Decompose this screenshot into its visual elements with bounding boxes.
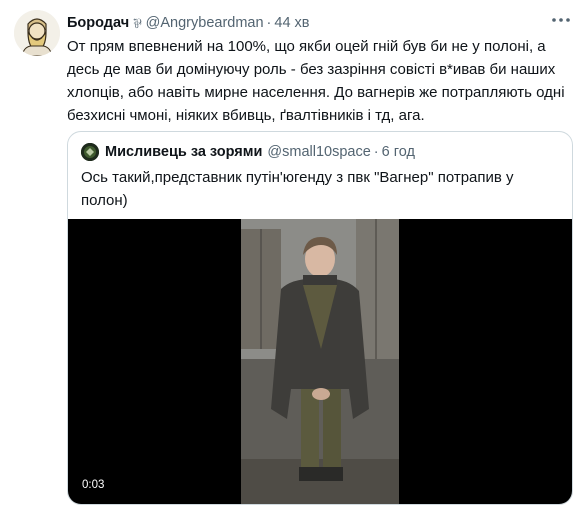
quoted-tweet[interactable]: Мисливець за зорями @small10space · 6 го… <box>67 131 573 505</box>
quote-author-avatar[interactable] <box>81 143 99 161</box>
quoted-tweet-text: Ось такий,представник путін'югенду з пвк… <box>81 169 514 209</box>
author-handle[interactable]: @Angrybeardman <box>146 15 264 31</box>
author-avatar[interactable] <box>14 10 60 56</box>
quote-author-name[interactable]: Мисливець за зорями <box>105 144 262 160</box>
video-timestamp: 0:03 <box>82 479 105 491</box>
video-frame <box>241 219 399 504</box>
separator-dot: · <box>373 144 379 160</box>
green-badge-avatar-icon <box>81 143 99 161</box>
more-horizontal-icon <box>552 18 570 22</box>
author-name[interactable]: Бородач <box>67 15 129 31</box>
quoted-tweet-header: Мисливець за зорями @small10space · 6 го… <box>81 142 415 162</box>
flag-icon: ⅌ <box>133 16 142 31</box>
bearded-man-avatar-icon <box>14 10 60 56</box>
tweet-header: Бородач ⅌ @Angrybeardman · 44 хв <box>67 13 310 33</box>
separator-dot: · <box>266 15 272 31</box>
quote-time[interactable]: 6 год <box>382 144 415 160</box>
video-still-image <box>241 219 399 504</box>
tweet-card[interactable]: Бородач ⅌ @Angrybeardman · 44 хв От прям… <box>0 0 586 513</box>
quote-author-handle[interactable]: @small10space <box>267 144 370 160</box>
tweet-time[interactable]: 44 хв <box>274 15 309 31</box>
video-player[interactable]: 0:03 <box>68 219 572 504</box>
tweet-text: От прям впевнений на 100%, що якби оцей … <box>67 38 565 124</box>
more-options-button[interactable] <box>548 10 574 30</box>
